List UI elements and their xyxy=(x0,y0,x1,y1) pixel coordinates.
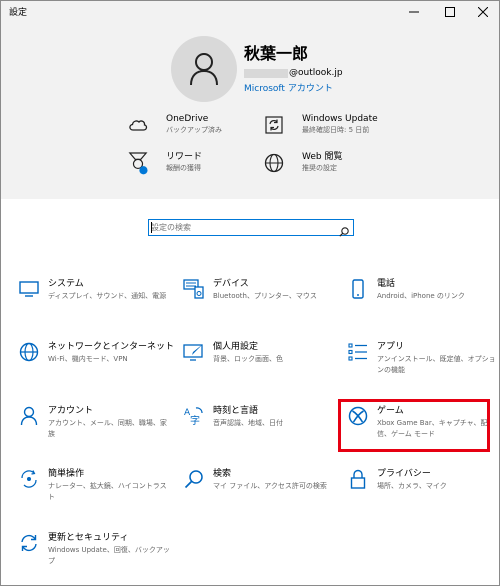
rewards-icon xyxy=(128,152,148,175)
quick-link-onedrive[interactable]: OneDrive バックアップ済み xyxy=(128,113,222,136)
microsoft-account-link[interactable]: Microsoft アカウント xyxy=(244,81,333,94)
close-button[interactable] xyxy=(469,1,497,23)
settings-search-box[interactable] xyxy=(148,219,354,237)
globe-icon xyxy=(18,341,40,363)
tile-subtitle: アカウント、メール、同期、職場、家族 xyxy=(48,419,167,438)
phone-icon xyxy=(347,278,369,300)
tile-title: プライバシー xyxy=(377,469,431,479)
maximize-button[interactable] xyxy=(436,1,464,23)
svg-text:字: 字 xyxy=(190,414,200,426)
tile-subtitle: Wi-Fi、機内モード、VPN xyxy=(48,355,128,363)
search-icon xyxy=(183,468,205,490)
user-email: @outlook.jp xyxy=(244,67,343,79)
search-icon[interactable] xyxy=(339,222,349,241)
minimize-button[interactable] xyxy=(400,1,428,23)
tile-subtitle: Bluetooth、プリンター、マウス xyxy=(213,292,317,300)
tile-subtitle: アンインストール、既定値、オプションの機能 xyxy=(377,355,496,374)
quick-link-title: リワード xyxy=(166,152,203,162)
tile-title: 簡単操作 xyxy=(48,469,85,479)
quick-link-rewards[interactable]: リワード 報酬の獲得 xyxy=(128,151,203,175)
avatar[interactable] xyxy=(171,36,237,102)
monitor-icon xyxy=(18,278,40,300)
tile-title: 更新とセキュリティ xyxy=(48,533,129,543)
settings-window: 設定 秋葉一郎 @outlook.jp Microsoft アカウント OneD… xyxy=(0,0,500,586)
tile-title: 個人用設定 xyxy=(213,342,259,352)
tile-title: ネットワークとインターネット xyxy=(48,342,175,352)
title-bar: 設定 xyxy=(1,1,499,23)
search-input[interactable] xyxy=(151,221,331,234)
quick-link-title: Windows Update xyxy=(302,114,378,124)
tile-subtitle: ナレーター、拡大鏡、ハイコントラスト xyxy=(48,482,167,501)
sync-icon xyxy=(264,115,284,135)
globe-icon xyxy=(264,153,284,173)
window-title: 設定 xyxy=(9,8,28,18)
time-language-icon: A字 xyxy=(183,405,205,427)
gaming-highlight-box xyxy=(338,399,490,452)
tile-subtitle: ディスプレイ、サウンド、通知、電源 xyxy=(48,292,167,300)
account-header: 秋葉一郎 @outlook.jp Microsoft アカウント OneDriv… xyxy=(1,23,499,199)
tile-title: デバイス xyxy=(213,279,249,289)
tile-subtitle: 背景、ロック画面、色 xyxy=(213,355,283,363)
tile-title: システム xyxy=(48,279,84,289)
tile-subtitle: 場所、カメラ、マイク xyxy=(377,482,447,490)
tile-title: 電話 xyxy=(377,279,396,289)
keyboard-speaker-icon xyxy=(183,278,205,300)
tile-subtitle: Android、iPhone のリンク xyxy=(377,292,465,300)
quick-link-subtitle: 報酬の獲得 xyxy=(166,164,201,172)
quick-link-web-browsing[interactable]: Web 閲覧 推奨の設定 xyxy=(264,151,342,174)
person-icon xyxy=(18,405,40,427)
sync-icon xyxy=(18,532,40,554)
quick-link-title: Web 閲覧 xyxy=(302,152,343,162)
tile-subtitle: マイ ファイル、アクセス許可の検索 xyxy=(213,482,327,490)
user-name: 秋葉一郎 xyxy=(244,44,309,63)
tile-title: 検索 xyxy=(213,469,232,479)
tile-title: アカウント xyxy=(48,406,94,416)
quick-link-title: OneDrive xyxy=(166,114,209,124)
tile-subtitle: Windows Update、回復、バックアップ xyxy=(48,546,170,565)
apps-list-icon xyxy=(347,341,369,363)
quick-link-subtitle: バックアップ済み xyxy=(166,126,222,134)
tile-subtitle: 音声認識、地域、日付 xyxy=(213,419,283,427)
person-icon xyxy=(190,53,218,86)
paint-monitor-icon xyxy=(183,341,205,363)
maximize-icon xyxy=(445,7,455,17)
quick-link-subtitle: 推奨の設定 xyxy=(302,164,337,172)
close-icon xyxy=(478,7,488,17)
tile-title: アプリ xyxy=(377,342,405,352)
email-domain: @outlook.jp xyxy=(289,68,343,78)
quick-link-subtitle: 最終確認日時: 5 日前 xyxy=(302,126,370,134)
minimize-icon xyxy=(409,11,419,13)
text-caret xyxy=(151,222,152,233)
tile-title: 時刻と言語 xyxy=(213,406,259,416)
ease-of-access-icon xyxy=(18,468,40,490)
lock-icon xyxy=(347,468,369,490)
email-redaction xyxy=(244,68,288,78)
quick-link-windows-update[interactable]: Windows Update 最終確認日時: 5 日前 xyxy=(264,113,378,136)
cloud-icon xyxy=(128,115,148,135)
